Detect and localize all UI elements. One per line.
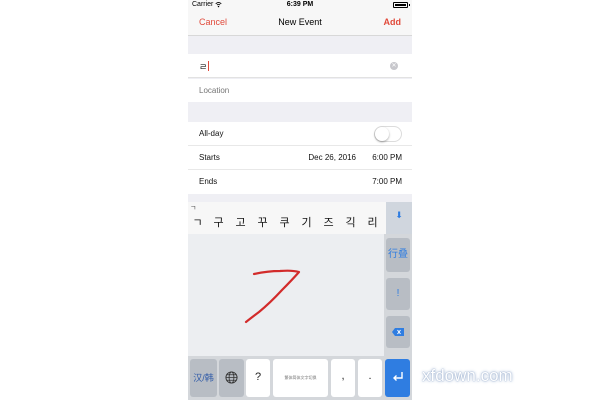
nav-bar: Cancel New Event Add <box>188 10 412 36</box>
phone-screen: Carrier 6:39 PM Cancel New Event Add ㄹ ✕… <box>188 0 412 400</box>
ends-row[interactable]: Ends 7:00 PM <box>188 170 412 194</box>
title-cell[interactable]: ㄹ ✕ <box>188 54 412 78</box>
down-arrow-icon: ⬇ <box>395 210 403 220</box>
handwriting-pad[interactable] <box>188 234 384 356</box>
globe-icon <box>225 371 238 384</box>
allday-row: All-day <box>188 122 412 146</box>
keyboard-bottom-bar: 汉/韩 ? 繁体简体文字切换 , . <box>188 356 412 400</box>
backspace-key[interactable] <box>386 316 410 348</box>
starts-time[interactable]: 6:00 PM <box>372 153 402 162</box>
candidate-2[interactable]: 구 <box>209 214 228 230</box>
starts-label: Starts <box>199 153 220 162</box>
clear-text-icon[interactable]: ✕ <box>390 62 398 70</box>
status-bar: Carrier 6:39 PM <box>188 0 412 10</box>
title-value: ㄹ <box>199 62 208 72</box>
backspace-icon <box>392 328 404 336</box>
location-cell[interactable] <box>188 79 412 102</box>
candidate-7[interactable]: 즈 <box>319 214 338 230</box>
candidate-5[interactable]: 쿠 <box>275 214 294 230</box>
text-caret <box>208 61 210 71</box>
allday-toggle[interactable] <box>374 126 402 142</box>
comma-key[interactable]: , <box>331 359 355 397</box>
page-title: New Event <box>278 17 322 27</box>
ends-label: Ends <box>199 177 218 186</box>
expand-candidates-button[interactable]: ⬇ <box>386 202 412 234</box>
starts-row[interactable]: Starts Dec 26, 2016 6:00 PM <box>188 146 412 170</box>
candidate-9[interactable]: 리 <box>363 214 382 230</box>
candidate-3[interactable]: 고 <box>231 214 250 230</box>
candidate-8[interactable]: 긱 <box>341 214 360 230</box>
candidate-bar: ㄱ ㄱ 구 고 꾸 쿠 기 즈 긱 리 <box>188 202 412 234</box>
return-key[interactable] <box>385 359 410 397</box>
candidate-1[interactable]: ㄱ <box>188 214 207 230</box>
side-keys: 行叠 ! <box>384 234 412 356</box>
period-key[interactable]: . <box>358 359 382 397</box>
space-key[interactable]: 繁体简体文字切换 <box>273 359 328 397</box>
language-switch-key[interactable]: 汉/韩 <box>190 359 217 397</box>
candidate-4[interactable]: 꾸 <box>253 214 272 230</box>
starts-date[interactable]: Dec 26, 2016 <box>308 153 356 162</box>
watermark: xfdown.com <box>422 366 513 385</box>
allday-label: All-day <box>199 129 224 138</box>
toggle-knob <box>375 127 389 141</box>
location-field[interactable] <box>199 86 389 95</box>
title-field[interactable]: ㄹ <box>199 60 210 73</box>
layout-key[interactable]: 行叠 <box>386 238 410 272</box>
question-key[interactable]: ? <box>246 359 270 397</box>
candidate-6[interactable]: 기 <box>297 214 316 230</box>
globe-key[interactable] <box>219 359 244 397</box>
composing-text: ㄱ <box>190 205 197 212</box>
battery-level <box>395 4 406 6</box>
return-icon <box>392 372 403 381</box>
handwritten-stroke <box>244 269 301 324</box>
ends-time[interactable]: 7:00 PM <box>372 177 402 186</box>
status-time: 6:39 PM <box>286 1 314 8</box>
battery-icon <box>393 2 410 8</box>
add-button[interactable]: Add <box>384 17 402 27</box>
punctuation-key[interactable]: ! <box>386 278 410 310</box>
